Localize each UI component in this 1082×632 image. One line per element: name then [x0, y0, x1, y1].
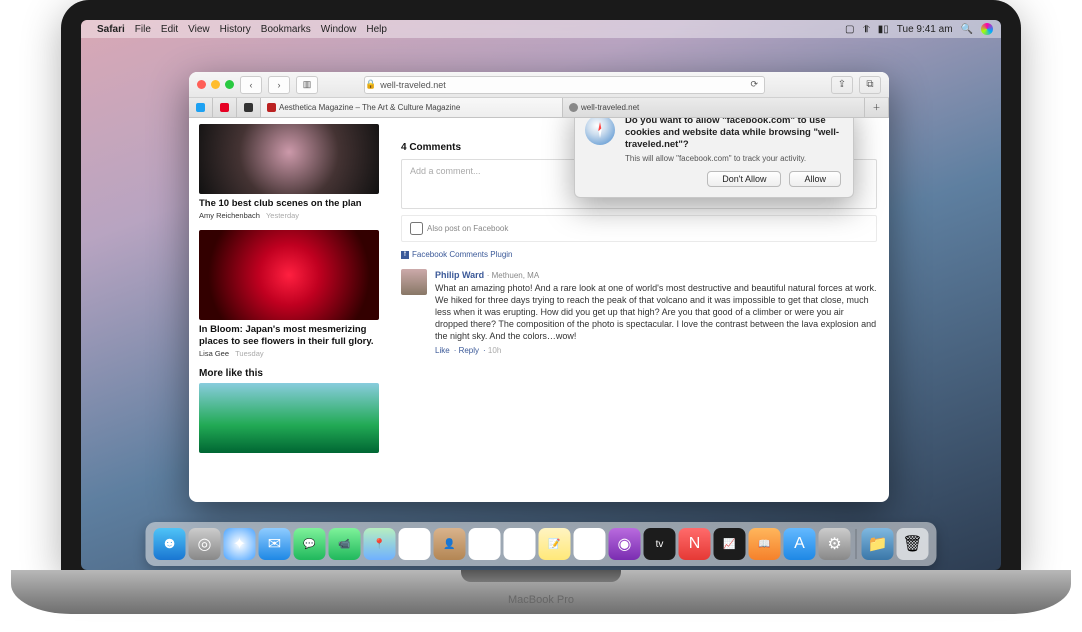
tab-bar: Aesthetica Magazine – The Art & Culture …: [189, 98, 889, 118]
tab-secondary-label: well-traveled.net: [581, 103, 639, 112]
dock-books[interactable]: 📖: [749, 528, 781, 560]
fb-plugin-link[interactable]: f Facebook Comments Plugin: [401, 250, 877, 259]
airplay-icon[interactable]: ▢: [845, 24, 854, 35]
dock: ☻◎✦✉💬📹📍❀👤10☰📝♫◉tvN📈📖A⚙ 📁🗑: [146, 522, 937, 566]
dock-launchpad[interactable]: ◎: [189, 528, 221, 560]
back-button[interactable]: ‹: [240, 76, 262, 94]
dock-mail[interactable]: ✉: [259, 528, 291, 560]
safari-icon: [585, 118, 615, 145]
laptop-notch: [461, 570, 621, 582]
tab-active-label: Aesthetica Magazine – The Art & Culture …: [279, 103, 460, 112]
dont-allow-button[interactable]: Don't Allow: [707, 171, 781, 187]
dock-reminders[interactable]: ☰: [504, 528, 536, 560]
dock-facetime[interactable]: 📹: [329, 528, 361, 560]
dock-messages[interactable]: 💬: [294, 528, 326, 560]
tab-secondary[interactable]: well-traveled.net: [563, 98, 865, 117]
pinned-tab-twitter[interactable]: [189, 98, 213, 117]
comment-age: 10h: [488, 346, 501, 355]
address-host: well-traveled.net: [380, 80, 446, 90]
forward-button[interactable]: ›: [268, 76, 290, 94]
pinned-tab-pinterest[interactable]: [213, 98, 237, 117]
lock-icon: 🔒: [365, 79, 376, 90]
menu-window[interactable]: Window: [321, 24, 357, 35]
laptop-base: MacBook Pro: [11, 570, 1071, 614]
article-byline: Amy Reichenbach Yesterday: [199, 211, 379, 220]
article-thumb: [199, 230, 379, 320]
comment-placeholder: Add a comment...: [410, 166, 481, 176]
dock-photos[interactable]: ❀: [399, 528, 431, 560]
tab-active[interactable]: Aesthetica Magazine – The Art & Culture …: [261, 98, 563, 117]
battery-icon[interactable]: ▮▯: [878, 24, 889, 35]
article-thumb: [199, 124, 379, 194]
dock-news[interactable]: N: [679, 528, 711, 560]
menu-history[interactable]: History: [220, 24, 251, 35]
permission-dialog: Do you want to allow "facebook.com" to u…: [574, 118, 854, 198]
menubar-app-name[interactable]: Safari: [97, 24, 125, 35]
article-thumb[interactable]: [199, 383, 379, 453]
dock-music[interactable]: ♫: [574, 528, 606, 560]
dialog-title: Do you want to allow "facebook.com" to u…: [625, 118, 841, 151]
article-card[interactable]: In Bloom: Japan's most mesmerizing place…: [199, 230, 379, 358]
reload-icon[interactable]: ⟳: [750, 79, 758, 90]
dock-appstore[interactable]: A: [784, 528, 816, 560]
close-button[interactable]: [197, 80, 206, 89]
menu-view[interactable]: View: [188, 24, 210, 35]
menu-file[interactable]: File: [135, 24, 151, 35]
menubar: Safari File Edit View History Bookmarks …: [81, 20, 1001, 38]
comment-author[interactable]: Philip Ward: [435, 270, 484, 280]
siri-icon[interactable]: [981, 23, 993, 35]
dock-maps[interactable]: 📍: [364, 528, 396, 560]
dock-podcasts[interactable]: ◉: [609, 528, 641, 560]
main-column: Do you want to allow "facebook.com" to u…: [389, 118, 889, 502]
allow-button[interactable]: Allow: [789, 171, 841, 187]
wifi-icon[interactable]: ⥣: [862, 24, 869, 35]
comment-actions: Like· Reply· 10h: [435, 346, 877, 357]
sidebar-column: The 10 best club scenes on the plan Amy …: [189, 118, 389, 502]
safari-titlebar: ‹ › ▥ 🔒 well-traveled.net ⟳ ⇪ ⧉: [189, 72, 889, 98]
maximize-button[interactable]: [225, 80, 234, 89]
dock-tv[interactable]: tv: [644, 528, 676, 560]
dialog-subtitle: This will allow "facebook.com" to track …: [625, 154, 841, 163]
also-post-checkbox[interactable]: [410, 222, 423, 235]
dock-safari[interactable]: ✦: [224, 528, 256, 560]
address-bar[interactable]: 🔒 well-traveled.net ⟳: [364, 76, 765, 94]
dock-finder[interactable]: ☻: [154, 528, 186, 560]
dock-preferences[interactable]: ⚙: [819, 528, 851, 560]
avatar[interactable]: [401, 269, 427, 295]
like-link[interactable]: Like: [435, 346, 450, 355]
comment-text: What an amazing photo! And a rare look a…: [435, 282, 877, 343]
window-controls: [197, 80, 234, 89]
comment-item: Philip Ward · Methuen, MA What an amazin…: [401, 269, 877, 356]
laptop-screen: Safari File Edit View History Bookmarks …: [81, 20, 1001, 570]
menu-bookmarks[interactable]: Bookmarks: [261, 24, 311, 35]
safari-window: ‹ › ▥ 🔒 well-traveled.net ⟳ ⇪ ⧉ Aestheti…: [189, 72, 889, 502]
share-button[interactable]: ⇪: [831, 76, 853, 94]
spotlight-icon[interactable]: 🔍: [961, 24, 973, 35]
dock-contacts[interactable]: 👤: [434, 528, 466, 560]
menubar-clock[interactable]: Tue 9:41 am: [897, 24, 953, 35]
new-tab-button[interactable]: ＋: [865, 98, 889, 117]
dock-separator: [856, 529, 857, 559]
menu-help[interactable]: Help: [366, 24, 387, 35]
article-title: In Bloom: Japan's most mesmerizing place…: [199, 324, 379, 347]
article-title: The 10 best club scenes on the plan: [199, 198, 379, 209]
pinned-tab-bookmark[interactable]: [237, 98, 261, 117]
dock-stocks[interactable]: 📈: [714, 528, 746, 560]
dock-trash[interactable]: 🗑: [897, 528, 929, 560]
menu-edit[interactable]: Edit: [161, 24, 178, 35]
article-card[interactable]: The 10 best club scenes on the plan Amy …: [199, 124, 379, 220]
tabs-button[interactable]: ⧉: [859, 76, 881, 94]
more-heading: More like this: [199, 368, 379, 379]
article-byline: Lisa Gee Tuesday: [199, 349, 379, 358]
laptop-label: MacBook Pro: [11, 594, 1071, 606]
dock-notes[interactable]: 📝: [539, 528, 571, 560]
also-post-row: Also post on Facebook: [401, 215, 877, 242]
sidebar-button[interactable]: ▥: [296, 76, 318, 94]
page-content: The 10 best club scenes on the plan Amy …: [189, 118, 889, 502]
laptop-frame: Safari File Edit View History Bookmarks …: [61, 0, 1021, 570]
minimize-button[interactable]: [211, 80, 220, 89]
dock-calendar[interactable]: 10: [469, 528, 501, 560]
reply-link[interactable]: Reply: [459, 346, 479, 355]
dock-folder[interactable]: 📁: [862, 528, 894, 560]
